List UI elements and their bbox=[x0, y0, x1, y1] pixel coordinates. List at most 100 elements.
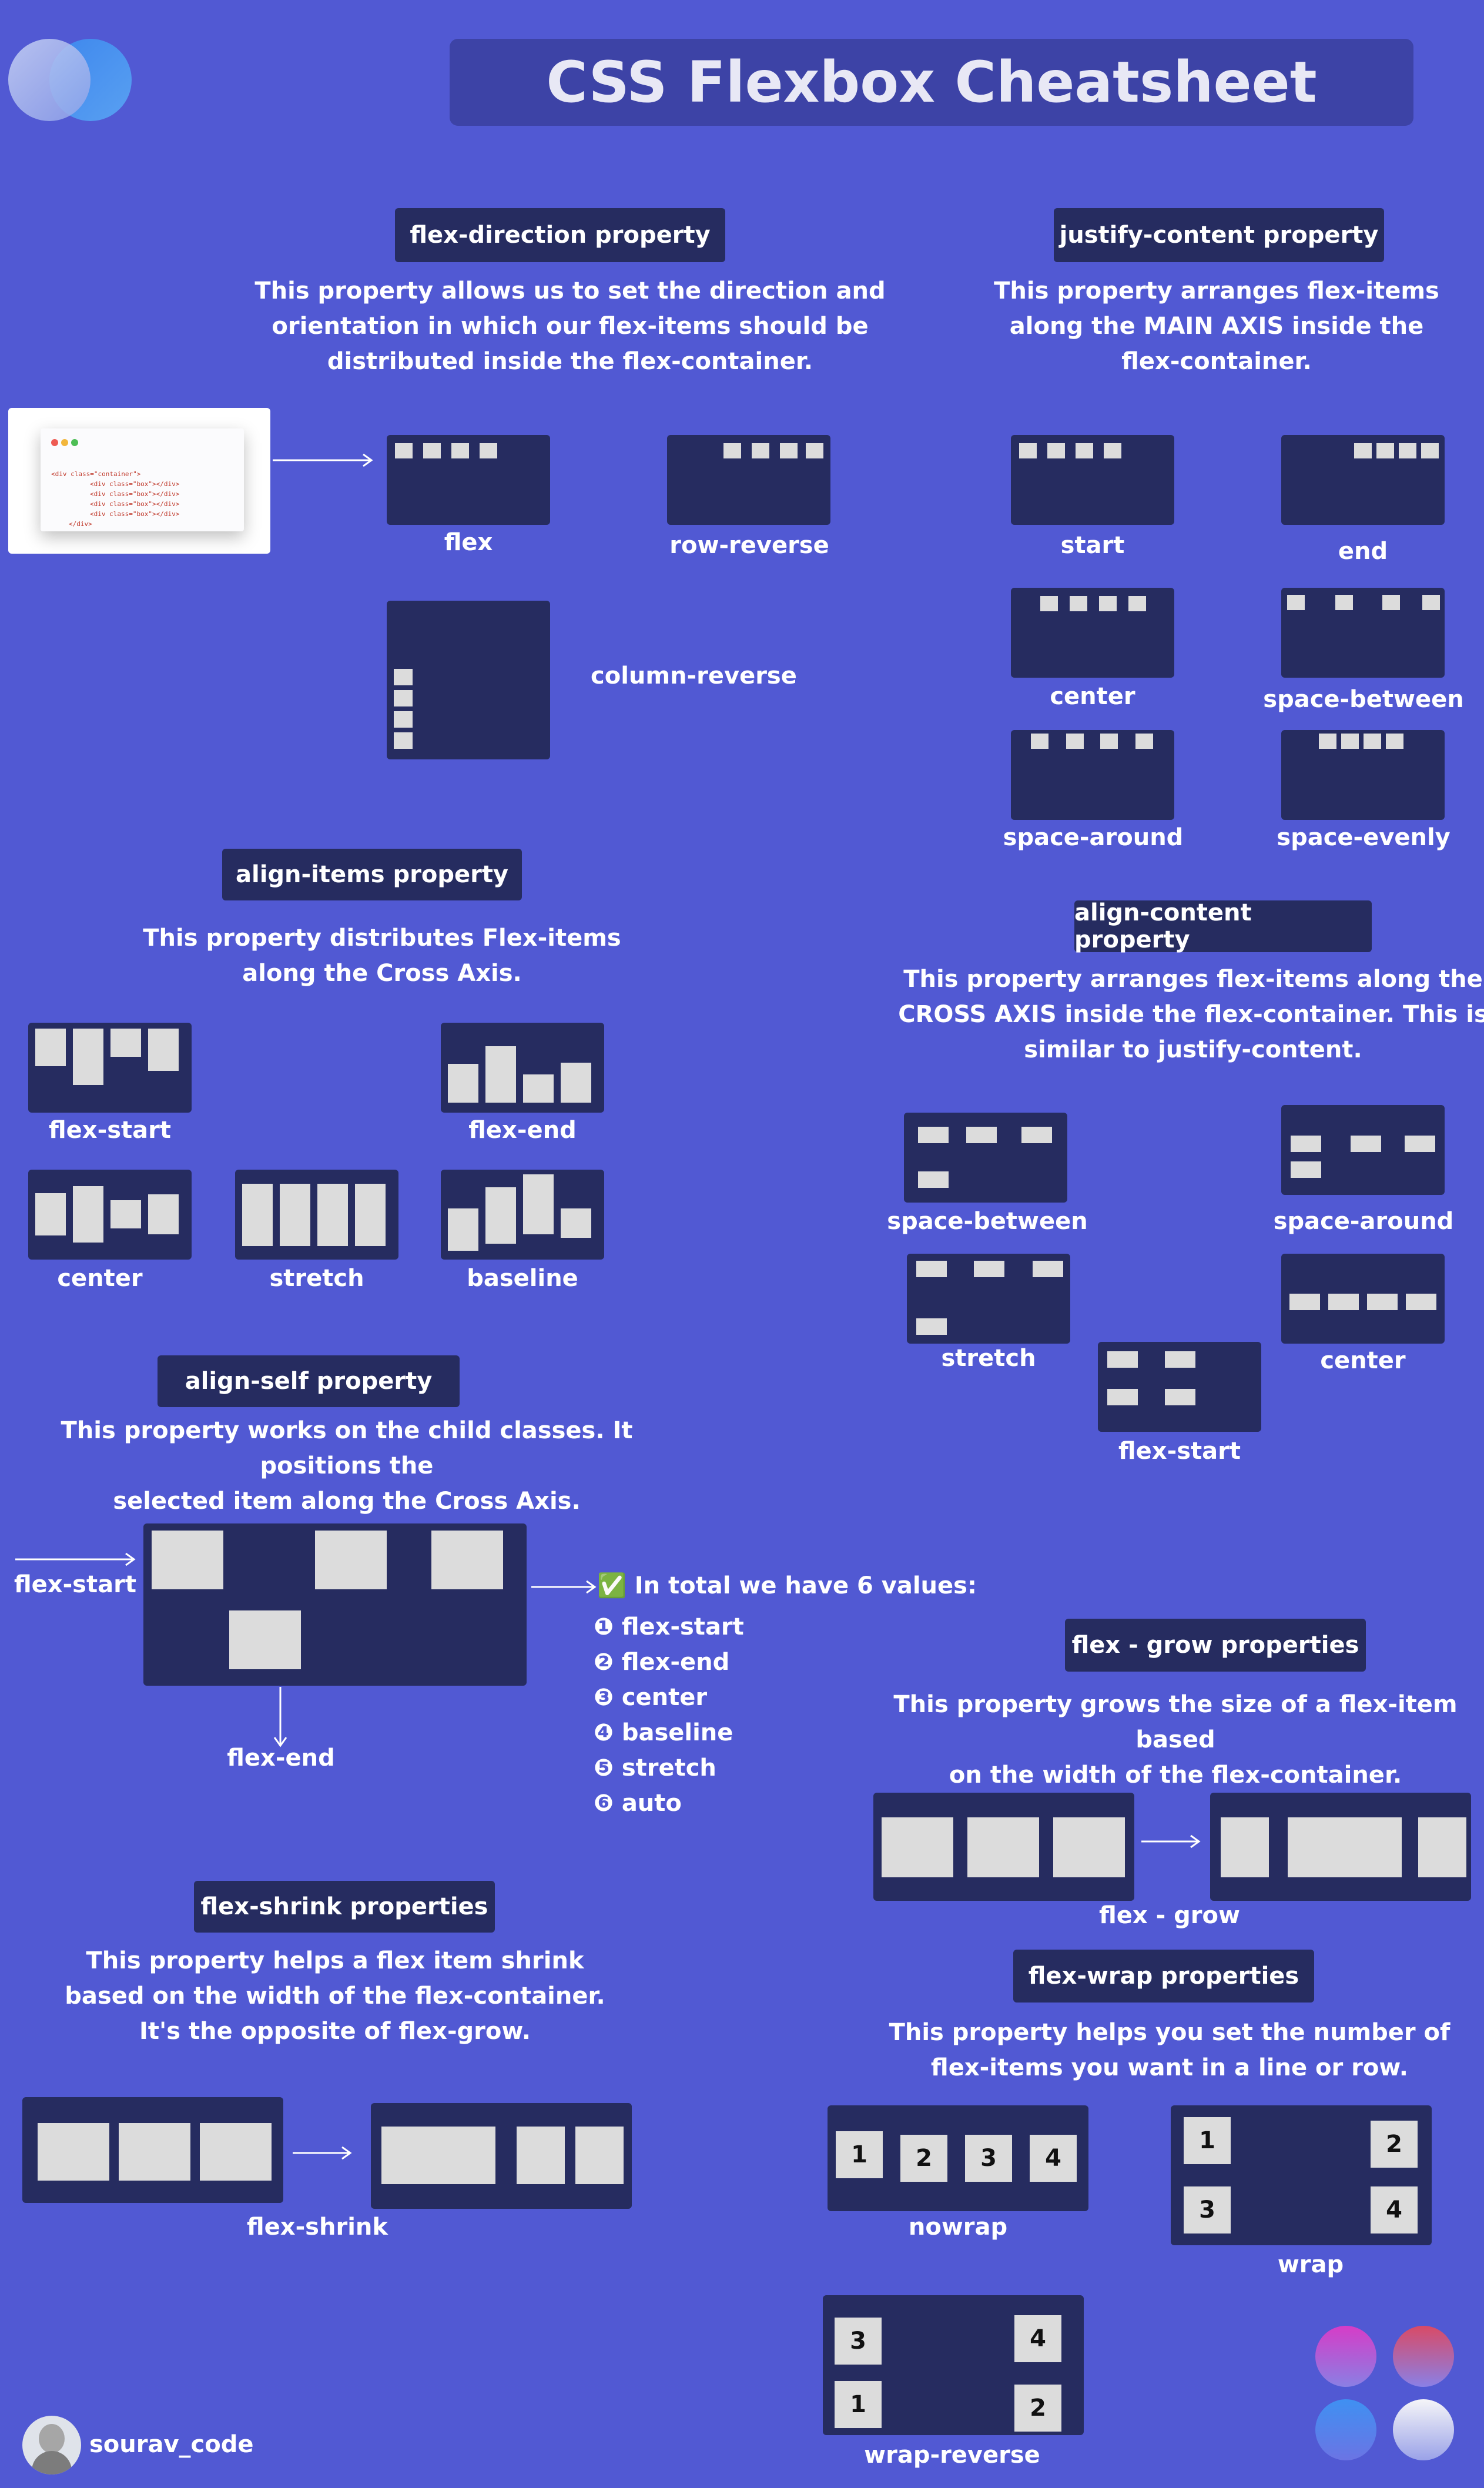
demo-ai-center bbox=[28, 1170, 192, 1260]
align-content-heading: align-content property bbox=[1074, 899, 1372, 953]
wrap-item: 2 bbox=[1014, 2385, 1061, 2432]
justify-content-description: This property arranges flex-items along … bbox=[994, 277, 1439, 375]
wrap-item: 4 bbox=[1014, 2315, 1061, 2362]
value-item: ❷ flex-end bbox=[594, 1649, 730, 1676]
value-item: ❻ auto bbox=[594, 1790, 682, 1817]
label-flex-grow: flex - grow bbox=[1099, 1902, 1240, 1929]
logo bbox=[8, 35, 132, 129]
code-line-child: <div class="box"></div> bbox=[90, 510, 180, 518]
demo-ai-flex-end bbox=[441, 1023, 604, 1113]
page-title-banner: CSS Flexbox Cheatsheet bbox=[450, 39, 1413, 126]
demo-ac-center bbox=[1281, 1254, 1445, 1344]
demo-nowrap: 1 2 3 4 bbox=[828, 2105, 1088, 2211]
code-line-child: <div class="box"></div> bbox=[90, 500, 180, 508]
demo-align-self bbox=[143, 1523, 527, 1686]
label-ac-space-between: space-between bbox=[887, 1208, 1088, 1235]
label-as-flex-start: flex-start bbox=[14, 1571, 136, 1598]
window-dot-red bbox=[51, 439, 58, 446]
demo-flex-row bbox=[387, 435, 550, 525]
align-self-heading: align-self property bbox=[158, 1355, 460, 1407]
label-as-flex-end: flex-end bbox=[227, 1744, 335, 1772]
code-line-child: <div class="box"></div> bbox=[90, 480, 180, 488]
decor-circle-white bbox=[1393, 2399, 1454, 2460]
code-snippet-card: <div class="container"> <div class="box">… bbox=[8, 408, 270, 554]
label-ac-stretch: stretch bbox=[941, 1345, 1036, 1372]
arrow-down-icon bbox=[273, 1687, 287, 1747]
align-self-description: This property works on the child classes… bbox=[61, 1417, 633, 1515]
wrap-item: 1 bbox=[835, 2381, 882, 2428]
label-jc-space-between: space-between bbox=[1263, 686, 1464, 713]
flex-shrink-description: This property helps a flex item shrink b… bbox=[65, 1947, 605, 2045]
demo-shrink-before bbox=[22, 2097, 283, 2203]
justify-content-heading: justify-content property bbox=[1054, 208, 1384, 262]
flex-direction-heading: flex-direction property bbox=[395, 208, 725, 262]
code-line-child: <div class="box"></div> bbox=[90, 490, 180, 498]
demo-shrink-after bbox=[371, 2103, 632, 2209]
author-handle: sourav_code bbox=[89, 2431, 254, 2458]
number-5-icon: ❺ bbox=[594, 1754, 614, 1782]
demo-ai-baseline bbox=[441, 1170, 604, 1260]
demo-jc-end bbox=[1281, 435, 1445, 525]
flex-grow-description: This property grows the size of a flex-i… bbox=[893, 1691, 1458, 1789]
wrap-item: 2 bbox=[1371, 2121, 1418, 2168]
demo-wrap: 1 2 3 4 bbox=[1171, 2105, 1432, 2245]
demo-row-reverse bbox=[667, 435, 830, 525]
label-jc-end: end bbox=[1338, 538, 1388, 565]
number-2-icon: ❷ bbox=[594, 1649, 614, 1676]
avatar bbox=[22, 2416, 81, 2474]
value-item: ❺ stretch bbox=[594, 1754, 716, 1782]
label-ai-flex-end: flex-end bbox=[468, 1117, 577, 1144]
code-line-open: <div class="container"> bbox=[51, 470, 141, 478]
decor-circle-blue bbox=[1315, 2399, 1376, 2460]
demo-ai-flex-start bbox=[28, 1023, 192, 1113]
demo-jc-start bbox=[1011, 435, 1174, 525]
demo-jc-space-between bbox=[1281, 588, 1445, 678]
decor-circle-pink bbox=[1315, 2326, 1376, 2387]
label-wrap: wrap bbox=[1277, 2251, 1344, 2278]
label-ac-center: center bbox=[1320, 1347, 1406, 1374]
arrow-right-icon bbox=[293, 2146, 352, 2160]
label-jc-center: center bbox=[1050, 683, 1135, 710]
code-line-close: </div> bbox=[69, 520, 92, 528]
label-nowrap: nowrap bbox=[908, 2214, 1008, 2241]
demo-grow-after bbox=[1210, 1793, 1471, 1901]
number-1-icon: ❶ bbox=[594, 1613, 614, 1640]
number-4-icon: ❹ bbox=[594, 1719, 614, 1746]
label-column-reverse: column-reverse bbox=[591, 662, 797, 689]
demo-jc-space-around bbox=[1011, 730, 1174, 820]
flex-direction-description: This property allows us to set the direc… bbox=[254, 277, 886, 375]
label-ac-flex-start: flex-start bbox=[1118, 1438, 1241, 1465]
demo-ai-stretch bbox=[235, 1170, 398, 1260]
demo-jc-space-evenly bbox=[1281, 730, 1445, 820]
align-content-description: This property arranges flex-items along … bbox=[898, 966, 1484, 1063]
flex-wrap-heading: flex-wrap properties bbox=[1013, 1950, 1314, 2003]
label-ai-stretch: stretch bbox=[269, 1265, 364, 1292]
demo-grow-before bbox=[873, 1793, 1134, 1901]
decor-circle-red bbox=[1393, 2326, 1454, 2387]
arrow-right-icon bbox=[1141, 1834, 1201, 1849]
wrap-item: 3 bbox=[835, 2318, 882, 2365]
value-item: ❹ baseline bbox=[594, 1719, 733, 1746]
arrow-right-icon bbox=[15, 1552, 136, 1566]
label-ai-baseline: baseline bbox=[467, 1265, 578, 1292]
label-ac-space-around: space-around bbox=[1273, 1208, 1454, 1235]
demo-ac-flex-start bbox=[1098, 1342, 1261, 1432]
label-ai-flex-start: flex-start bbox=[49, 1117, 171, 1144]
label-row-reverse: row-reverse bbox=[669, 532, 829, 559]
label-wrap-reverse: wrap-reverse bbox=[864, 2442, 1040, 2469]
wrap-item: 4 bbox=[1371, 2186, 1418, 2233]
window-dot-green bbox=[71, 439, 78, 446]
value-item: ❶ flex-start bbox=[594, 1613, 744, 1640]
code-window: <div class="container"> <div class="box">… bbox=[41, 428, 244, 531]
value-item: ❸ center bbox=[594, 1684, 708, 1711]
wrap-item: 4 bbox=[1030, 2135, 1077, 2182]
demo-jc-center bbox=[1011, 588, 1174, 678]
demo-ac-stretch bbox=[907, 1254, 1070, 1344]
wrap-item: 3 bbox=[965, 2135, 1012, 2182]
wrap-item: 1 bbox=[836, 2131, 883, 2178]
arrow-right-icon bbox=[273, 453, 373, 467]
window-dot-yellow bbox=[61, 439, 68, 446]
flex-wrap-description: This property helps you set the number o… bbox=[889, 2019, 1450, 2081]
demo-column-reverse bbox=[387, 601, 550, 759]
align-items-description: This property distributes Flex-items alo… bbox=[143, 925, 621, 987]
